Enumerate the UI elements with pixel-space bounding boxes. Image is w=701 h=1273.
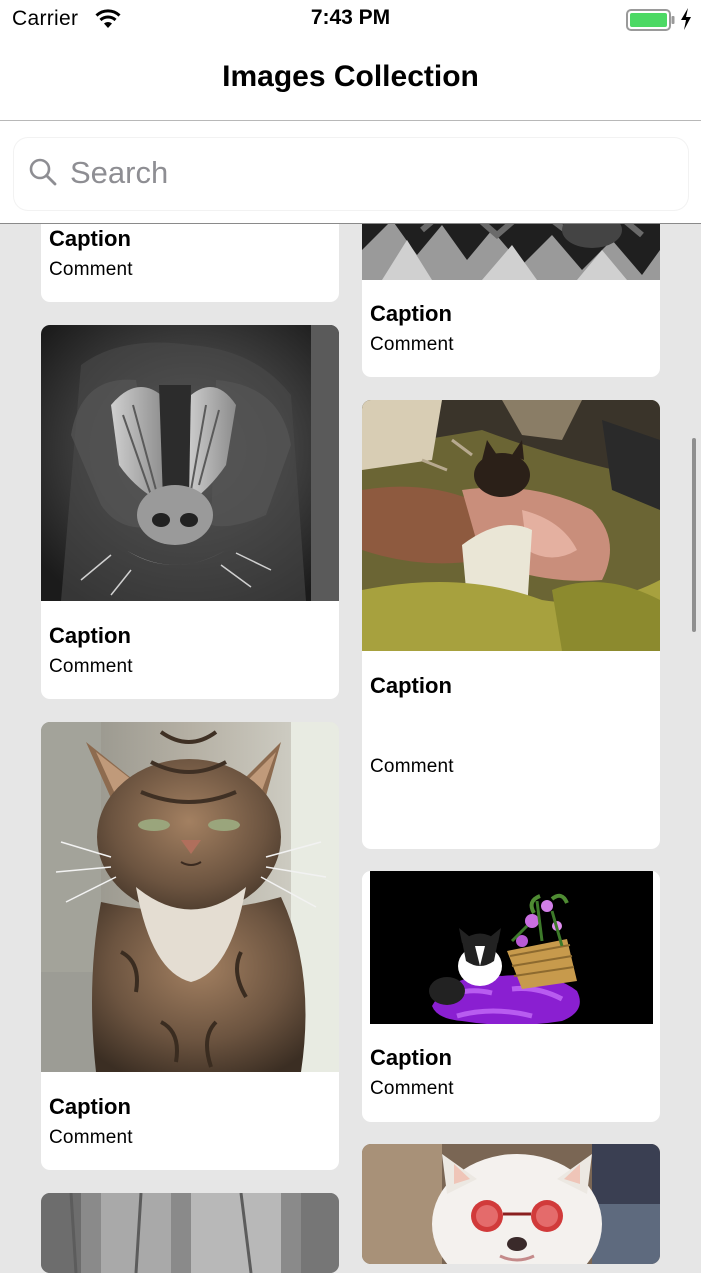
page-title: Images Collection (222, 60, 479, 93)
card-caption: Caption (370, 1045, 452, 1070)
image-card[interactable] (41, 1193, 339, 1273)
card-comment: Comment (370, 334, 454, 355)
card-image (41, 1193, 339, 1273)
card-comment: Comment (49, 1127, 133, 1148)
card-caption: Caption (370, 301, 452, 326)
card-image (362, 400, 660, 651)
image-card[interactable]: Caption Comment (41, 722, 339, 1170)
card-image (41, 722, 339, 1072)
card-comment: Comment (49, 259, 133, 280)
battery-icon (626, 9, 676, 36)
image-card[interactable] (362, 1144, 660, 1264)
card-comment: Comment (370, 1078, 454, 1099)
card-caption: Caption (49, 1094, 131, 1119)
card-image (41, 325, 339, 601)
status-time: 7:43 PM (310, 6, 391, 29)
search-input[interactable]: Search (14, 138, 688, 210)
card-comment: Comment (49, 656, 133, 677)
card-caption: Caption (370, 673, 452, 698)
search-placeholder: Search (70, 155, 169, 190)
card-caption: Caption (49, 226, 131, 251)
card-caption: Caption (49, 623, 131, 648)
card-image (362, 1144, 660, 1264)
card-image (362, 871, 660, 1024)
search-bar: Search (0, 121, 701, 224)
status-bar: Carrier 7:43 PM (0, 0, 701, 40)
scroll-indicator[interactable] (692, 438, 696, 632)
image-card[interactable]: Caption Comment (41, 325, 339, 699)
navigation-bar: Images Collection (0, 40, 701, 121)
search-icon (28, 157, 58, 192)
image-card[interactable]: Caption Comment (362, 871, 660, 1122)
image-card[interactable]: Caption Comment (362, 400, 660, 849)
card-comment: Comment (370, 756, 454, 777)
charging-icon (680, 8, 692, 35)
